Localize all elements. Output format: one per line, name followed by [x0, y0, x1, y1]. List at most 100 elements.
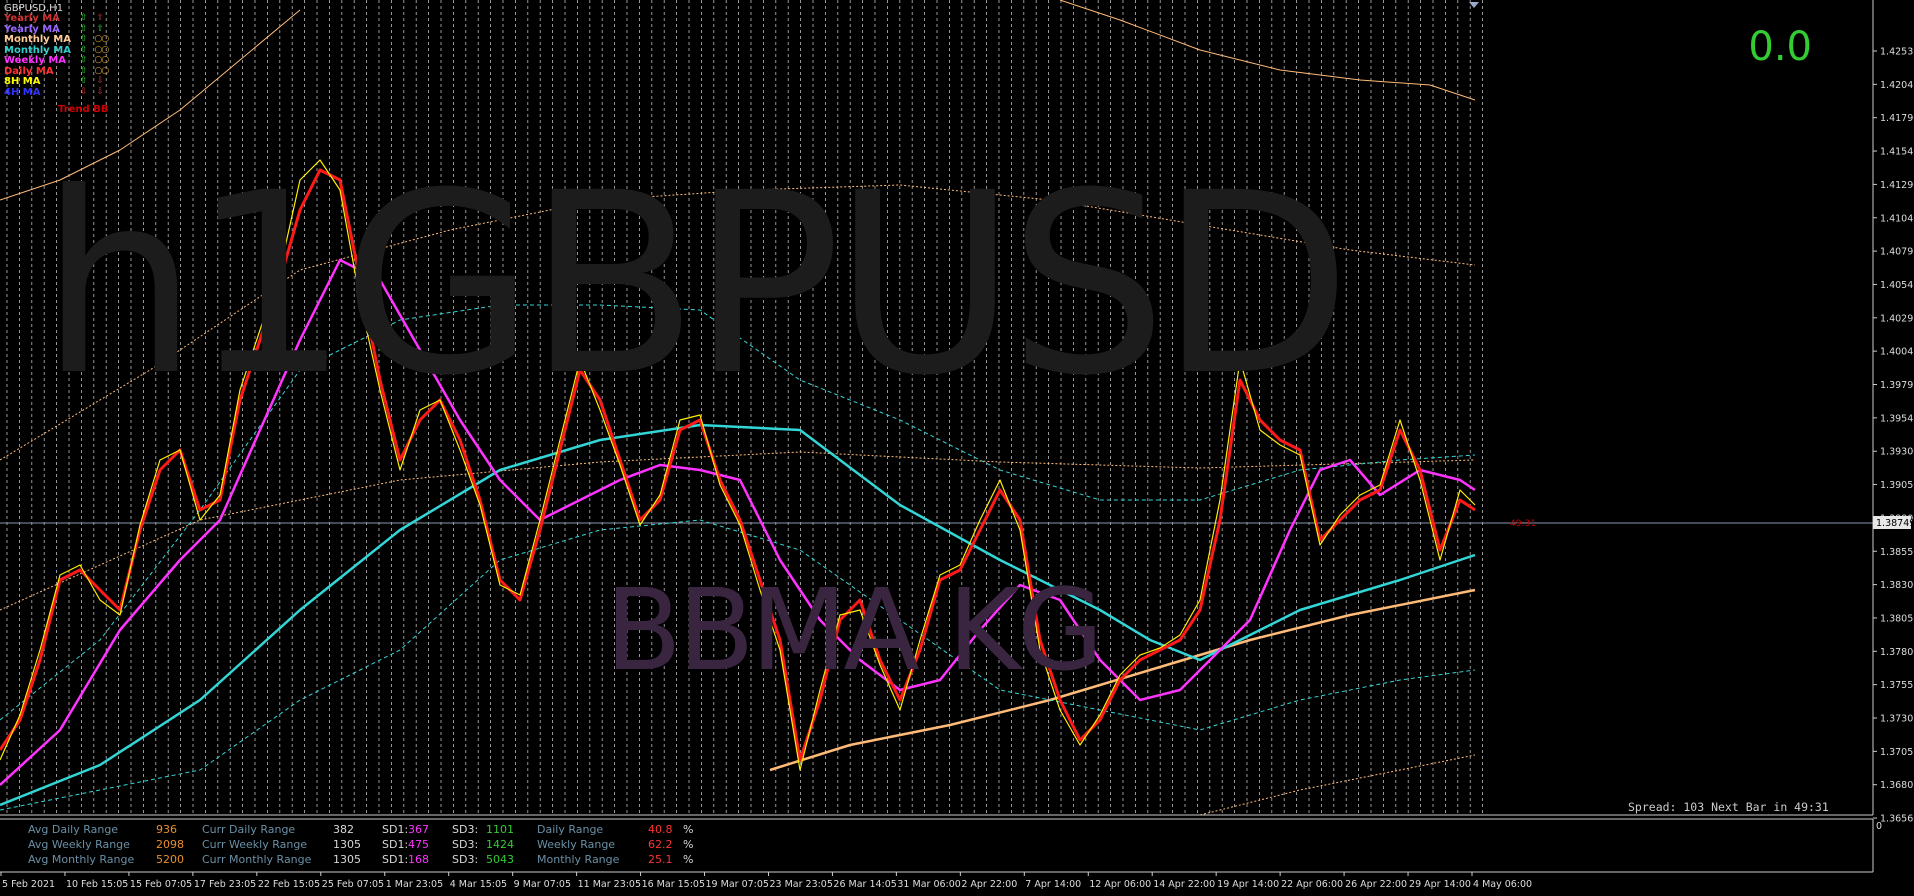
stats-curr-value: 382 [333, 823, 354, 836]
yearly-band-lower-right [1199, 754, 1476, 816]
up-arrow-icon: ⇧ [80, 34, 87, 44]
price-tick-label: 1.40295 [1880, 313, 1914, 324]
up-arrow-icon: ⇧ [80, 13, 87, 23]
stats-sd3-label: SD3: [452, 853, 479, 866]
price-axis: 1.42535 1.42045 1.41790 1.41540 1.41290 1.410… [1873, 47, 1914, 825]
price-tick-label: 1.40795 [1880, 247, 1914, 258]
circle-icon: ○○ [94, 55, 110, 65]
price-tick-label: 1.36560 [1880, 814, 1914, 825]
price-tick-label: 1.40045 [1880, 347, 1914, 358]
time-tick-label: 19 Apr 14:00 [1217, 879, 1279, 890]
stats-sd1-label: SD1: [382, 823, 409, 836]
price-tick-label: 1.41790 [1880, 113, 1914, 124]
legend-signal-icons: ⇧ ⇧ ⇧ ⇧ ⇧ ○○ ⇧ ○○ ⇧ ○○ ⇧ ○○ ⇧ ⇩ ⇩ ⇩ [80, 13, 110, 97]
stats-pct: % [683, 853, 694, 866]
time-axis: 5 Feb 2021 10 Feb 15:05 15 Feb 07:05 17 Feb… [0, 872, 1532, 890]
price-tick-label: 1.38050 [1880, 613, 1914, 624]
stats-sd1-label: SD1: [382, 853, 409, 866]
price-tick-label: 1.38550 [1880, 547, 1914, 558]
stats-pct: % [683, 823, 694, 836]
counter-value: 0.0 [1748, 24, 1812, 70]
price-tick-label: 1.42535 [1880, 47, 1914, 58]
stats-sd1-value: 367 [408, 823, 429, 836]
stats-range-label: Daily Range [537, 823, 604, 836]
up-arrow-icon: ⇧ [80, 23, 87, 34]
yearly-band-upper-right [1059, 0, 1476, 101]
up-arrow-icon: ⇧ [80, 44, 87, 55]
stats-avg-label: Avg Daily Range [28, 823, 119, 836]
stats-sd3-value: 1424 [486, 838, 514, 851]
current-price-label: 1.38749 [1876, 518, 1914, 529]
spread-info: Spread: 103 Next Bar in 49:31 [1628, 800, 1829, 814]
up-arrow-icon: ⇧ [80, 65, 87, 76]
brand-watermark: BBMA KG [605, 566, 1104, 696]
time-tick-label: 22 Feb 15:05 [258, 879, 320, 890]
legend-item: 8H MA [4, 76, 41, 87]
price-tick-label: 1.38300 [1880, 580, 1914, 591]
stats-avg-label: Avg Weekly Range [28, 838, 130, 851]
time-tick-label: 26 Mar 14:05 [833, 879, 896, 890]
price-tick-label: 1.37800 [1880, 647, 1914, 658]
time-tick-label: 17 Feb 23:05 [194, 879, 256, 890]
stats-sd3-value: 5043 [486, 853, 514, 866]
stats-sd3-value: 1101 [486, 823, 514, 836]
down-arrow-icon: ⇩ [96, 76, 104, 86]
time-tick-label: 31 Mar 06:00 [897, 879, 960, 890]
price-tick-label: 1.36805 [1880, 780, 1914, 791]
up-arrow-icon: ⇧ [80, 55, 87, 65]
trend-label: Trend BB [58, 104, 109, 115]
time-tick-label: 12 Apr 06:00 [1089, 879, 1151, 890]
ma-legend: Yearly MA Yearly MA Monthly MA Monthly MA We… [4, 13, 71, 98]
price-tick-label: 1.41040 [1880, 213, 1914, 224]
price-tick-label: 1.41540 [1880, 147, 1914, 158]
circle-icon: ○○ [94, 65, 110, 76]
time-tick-label: 7 Apr 14:00 [1025, 879, 1081, 890]
price-tick-label: 1.42045 [1880, 80, 1914, 91]
stats-avg-label: Avg Monthly Range [28, 853, 135, 866]
stats-curr-value: 1305 [333, 853, 361, 866]
stats-sd1-value: 475 [408, 838, 429, 851]
time-tick-label: 19 Mar 07:05 [706, 879, 769, 890]
stats-range-value: 62.2 [648, 838, 673, 851]
time-tick-label: 14 Apr 22:00 [1153, 879, 1215, 890]
price-tick-label: 1.40545 [1880, 280, 1914, 291]
stats-sd3-label: SD3: [452, 838, 479, 851]
symbol-watermark: h1GBPUSD [40, 139, 1352, 430]
price-tick-label: 1.39300 [1880, 447, 1914, 458]
down-arrow-icon: ⇩ [80, 86, 87, 97]
time-tick-label: 4 May 06:00 [1473, 879, 1532, 890]
stats-sd1-value: 168 [408, 853, 429, 866]
legend-item: Yearly MA [4, 13, 60, 24]
legend-item: Weekly MA [4, 55, 67, 66]
stats-range-label: Weekly Range [537, 838, 616, 851]
time-tick-label: 15 Feb 07:05 [130, 879, 192, 890]
stats-curr-label: Curr Weekly Range [202, 838, 308, 851]
price-tick-label: 1.39545 [1880, 413, 1914, 424]
current-price-marker-label: 49:31 [1510, 519, 1536, 529]
stats-curr-value: 1305 [333, 838, 361, 851]
time-tick-label: 11 Mar 23:05 [578, 879, 641, 890]
time-tick-label: 29 Apr 14:00 [1409, 879, 1471, 890]
time-tick-label: 5 Feb 2021 [2, 879, 55, 890]
legend-item: Monthly MA [4, 34, 71, 45]
price-tick-label: 1.39795 [1880, 380, 1914, 391]
indicator-axis: 0 [1876, 821, 1882, 832]
stats-avg-value: 2098 [156, 838, 184, 851]
stats-range-value: 40.8 [648, 823, 673, 836]
stats-curr-label: Curr Monthly Range [202, 853, 312, 866]
circle-icon: ○○ [94, 44, 110, 55]
down-arrow-icon: ⇩ [96, 86, 104, 97]
stats-range-value: 25.1 [648, 853, 673, 866]
up-arrow-icon: ⇧ [80, 76, 87, 86]
stats-pct: % [683, 838, 694, 851]
time-tick-label: 16 Mar 15:05 [642, 879, 705, 890]
stats-sd3-label: SD3: [452, 823, 479, 836]
up-arrow-icon: ⇧ [96, 23, 104, 34]
price-tick-label: 1.41290 [1880, 180, 1914, 191]
time-tick-label: 10 Feb 15:05 [66, 879, 128, 890]
time-tick-label: 9 Mar 07:05 [514, 879, 571, 890]
price-chart[interactable]: 1.42535 1.42045 1.41790 1.41540 1.41290 1.410… [0, 0, 1914, 896]
indicator-tick-label: 0 [1876, 821, 1882, 832]
time-tick-label: 23 Mar 23:05 [769, 879, 832, 890]
time-tick-label: 26 Apr 22:00 [1345, 879, 1407, 890]
